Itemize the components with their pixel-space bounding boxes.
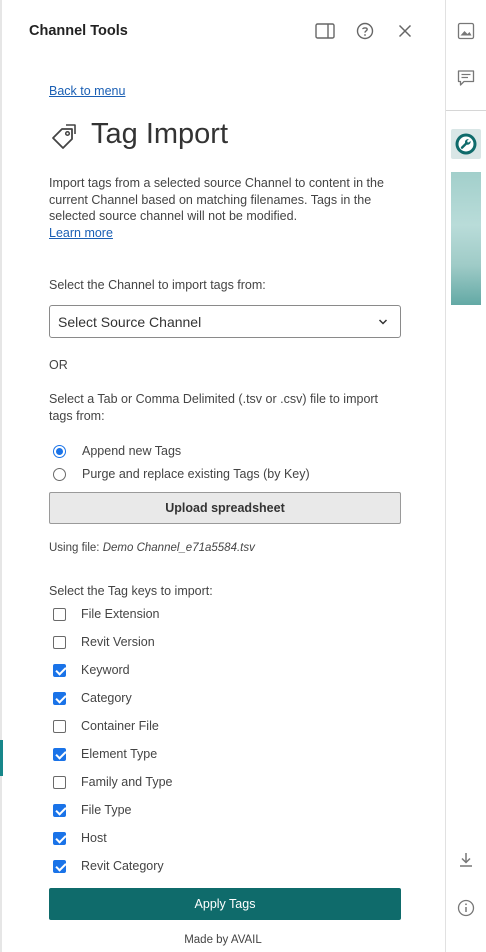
comment-icon[interactable] <box>456 68 476 88</box>
info-icon[interactable] <box>456 898 476 918</box>
tag-key-checkbox[interactable] <box>53 747 66 761</box>
tag-key-label: Container File <box>81 719 159 733</box>
channel-tools-tab[interactable] <box>451 129 481 159</box>
toolbar-scroll-track[interactable] <box>451 172 481 305</box>
purge-replace-radio[interactable]: Purge and replace existing Tags (by Key) <box>53 467 310 481</box>
panel-left-border <box>0 0 2 952</box>
panel-title: Channel Tools <box>29 23 128 39</box>
tag-key-checkbox[interactable] <box>53 775 66 789</box>
panel-resize-handle[interactable] <box>0 740 3 776</box>
using-file-text: Using file: Demo Channel_e71a5584.tsv <box>49 542 255 554</box>
panel-toggle-icon[interactable] <box>314 20 336 42</box>
radio-label: Append new Tags <box>82 444 182 458</box>
footer-credit: Made by AVAIL <box>184 934 262 946</box>
tag-key-label: File Type <box>81 803 132 817</box>
help-icon[interactable] <box>354 20 376 42</box>
tag-key-label: Host <box>81 831 107 845</box>
source-channel-select[interactable]: Select Source Channel <box>49 305 401 338</box>
tag-key-row[interactable]: Category <box>53 691 132 705</box>
tag-key-checkbox[interactable] <box>53 663 66 677</box>
using-file-prefix: Using file: <box>49 542 100 554</box>
tag-key-label: Family and Type <box>81 775 173 789</box>
tag-key-checkbox[interactable] <box>53 691 66 705</box>
tag-key-row[interactable]: File Type <box>53 803 132 817</box>
tag-key-row[interactable]: Container File <box>53 719 159 733</box>
learn-more-link[interactable]: Learn more <box>49 226 113 240</box>
tag-icon <box>49 122 79 152</box>
tag-key-row[interactable]: Keyword <box>53 663 130 677</box>
wrench-icon <box>455 133 477 155</box>
toolbar-divider <box>446 110 486 111</box>
radio-button[interactable] <box>53 467 66 481</box>
using-file-name: Demo Channel_e71a5584.tsv <box>102 542 255 554</box>
back-to-menu-link[interactable]: Back to menu <box>49 84 125 98</box>
close-icon[interactable] <box>394 20 416 42</box>
tag-key-row[interactable]: Family and Type <box>53 775 172 789</box>
tag-key-checkbox[interactable] <box>53 719 66 733</box>
tag-key-row[interactable]: Revit Category <box>53 859 164 873</box>
chevron-down-icon <box>378 319 388 325</box>
file-import-label: Select a Tab or Comma Delimited (.tsv or… <box>49 392 379 423</box>
tag-key-row[interactable]: Element Type <box>53 747 157 761</box>
tag-key-checkbox[interactable] <box>53 803 66 817</box>
tag-key-label: Element Type <box>81 747 158 761</box>
apply-tags-button[interactable]: Apply Tags <box>49 888 401 920</box>
upload-spreadsheet-button[interactable]: Upload spreadsheet <box>49 492 401 524</box>
tag-key-checkbox[interactable] <box>53 859 66 873</box>
tag-key-row[interactable]: Host <box>53 831 107 845</box>
page-title: Tag Import <box>91 118 228 150</box>
page-description: Import tags from a selected source Chann… <box>49 176 384 223</box>
radio-label: Purge and replace existing Tags (by Key) <box>82 467 310 481</box>
tag-key-checkbox[interactable] <box>53 607 66 621</box>
tag-key-label: Category <box>81 691 132 705</box>
tag-key-label: Revit Category <box>81 859 164 873</box>
source-channel-selected-value: Select Source Channel <box>58 313 202 330</box>
tag-key-row[interactable]: File Extension <box>53 607 160 621</box>
download-icon[interactable] <box>456 850 476 870</box>
tag-key-row[interactable]: Revit Version <box>53 635 155 649</box>
or-separator: OR <box>49 358 68 372</box>
tag-key-checkbox[interactable] <box>53 831 66 845</box>
tag-key-label: Keyword <box>81 663 130 677</box>
tag-keys-label: Select the Tag keys to import: <box>49 584 213 598</box>
radio-button[interactable] <box>53 444 66 458</box>
source-channel-label: Select the Channel to import tags from: <box>49 278 266 292</box>
tag-key-label: File Extension <box>81 607 160 621</box>
append-tags-radio[interactable]: Append new Tags <box>53 444 181 458</box>
tag-key-label: Revit Version <box>81 635 155 649</box>
tag-key-checkbox[interactable] <box>53 635 66 649</box>
image-icon[interactable] <box>456 21 476 41</box>
